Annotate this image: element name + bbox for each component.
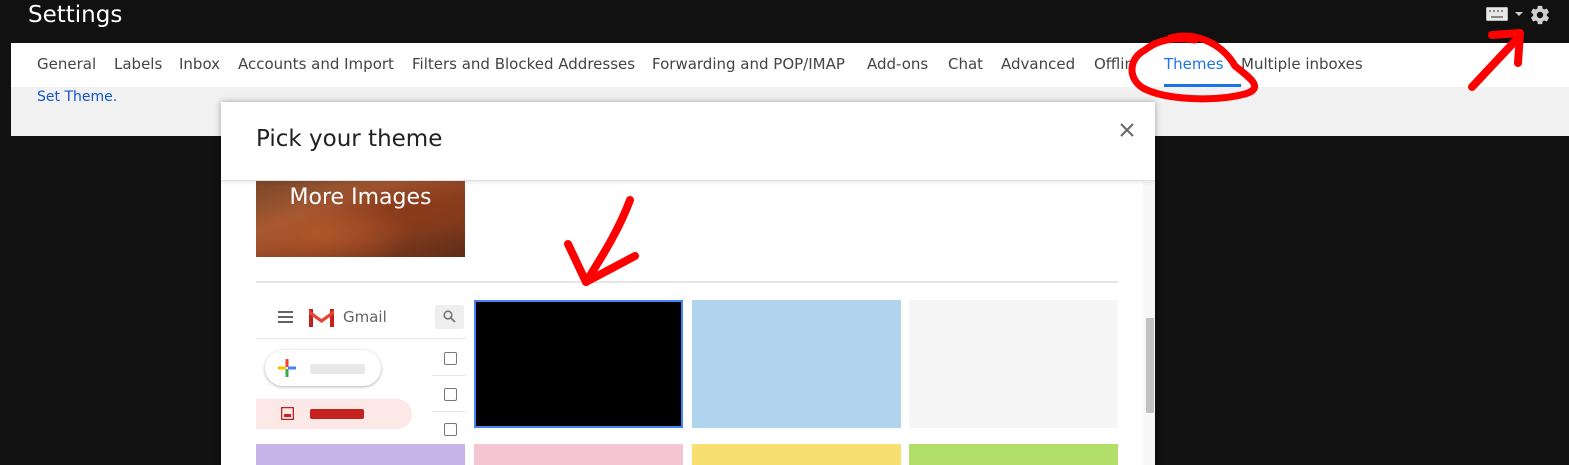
tab-advanced[interactable]: Advanced bbox=[1001, 55, 1075, 73]
preview-checkbox bbox=[444, 388, 457, 401]
pick-theme-dialog: Pick your theme More Images Gmail bbox=[221, 102, 1155, 465]
theme-swatch-light-gray[interactable] bbox=[909, 300, 1118, 428]
tab-general[interactable]: General bbox=[37, 55, 96, 73]
gmail-wordmark: Gmail bbox=[343, 308, 387, 326]
dialog-scrollbar-thumb[interactable] bbox=[1146, 318, 1154, 413]
search-icon bbox=[443, 310, 456, 323]
tab-filters-and-blocked-addresses[interactable]: Filters and Blocked Addresses bbox=[412, 55, 635, 73]
theme-swatch-pink[interactable] bbox=[474, 444, 683, 465]
preview-search bbox=[435, 305, 464, 329]
theme-swatch-black[interactable] bbox=[474, 300, 683, 428]
more-images-tile[interactable]: More Images bbox=[256, 179, 465, 257]
keyboard-icon[interactable] bbox=[1486, 7, 1508, 21]
active-tab-indicator bbox=[1164, 84, 1241, 87]
preview-divider bbox=[256, 338, 466, 339]
tab-add-ons[interactable]: Add-ons bbox=[867, 55, 928, 73]
compose-plus-icon bbox=[278, 359, 296, 377]
gear-icon[interactable] bbox=[1529, 4, 1551, 26]
tabs-bar-fill bbox=[1371, 43, 1569, 87]
tab-forwarding-and-pop-imap[interactable]: Forwarding and POP/IMAP bbox=[652, 55, 845, 73]
inbox-icon bbox=[281, 407, 294, 420]
tab-multiple-inboxes[interactable]: Multiple inboxes bbox=[1241, 55, 1363, 73]
theme-swatch-light-blue[interactable] bbox=[692, 300, 901, 428]
menu-icon bbox=[278, 311, 293, 323]
theme-swatch-green[interactable] bbox=[909, 444, 1118, 465]
gmail-m-icon bbox=[309, 309, 334, 327]
close-icon[interactable] bbox=[1118, 121, 1136, 139]
theme-swatch-purple[interactable] bbox=[256, 444, 465, 465]
tab-labels[interactable]: Labels bbox=[114, 55, 162, 73]
preview-checkbox bbox=[444, 352, 457, 365]
keyboard-dropdown-caret-icon[interactable] bbox=[1515, 12, 1523, 16]
compose-label-placeholder bbox=[310, 364, 365, 374]
more-images-label: More Images bbox=[289, 185, 432, 210]
tab-accounts-and-import[interactable]: Accounts and Import bbox=[238, 55, 394, 73]
page-title: Settings bbox=[28, 2, 123, 28]
tab-offline[interactable]: Offlin bbox=[1094, 55, 1134, 73]
settings-tabs: General Labels Inbox Accounts and Import… bbox=[11, 43, 1371, 87]
set-theme-link[interactable]: Set Theme. bbox=[37, 89, 117, 105]
preview-row-divider bbox=[432, 375, 466, 376]
tab-themes[interactable]: Themes bbox=[1164, 55, 1224, 73]
section-divider bbox=[256, 281, 1118, 283]
inbox-label-placeholder bbox=[310, 409, 364, 419]
preview-inbox-item bbox=[256, 399, 412, 429]
default-theme-preview[interactable]: Gmail bbox=[256, 300, 466, 465]
tab-chat[interactable]: Chat bbox=[948, 55, 983, 73]
preview-compose-button bbox=[265, 350, 381, 386]
tab-inbox[interactable]: Inbox bbox=[179, 55, 220, 73]
preview-row-divider bbox=[432, 411, 466, 412]
dialog-title: Pick your theme bbox=[256, 126, 443, 152]
preview-checkbox bbox=[444, 423, 457, 436]
theme-swatch-yellow[interactable] bbox=[692, 444, 901, 465]
dialog-header: Pick your theme bbox=[221, 102, 1155, 181]
